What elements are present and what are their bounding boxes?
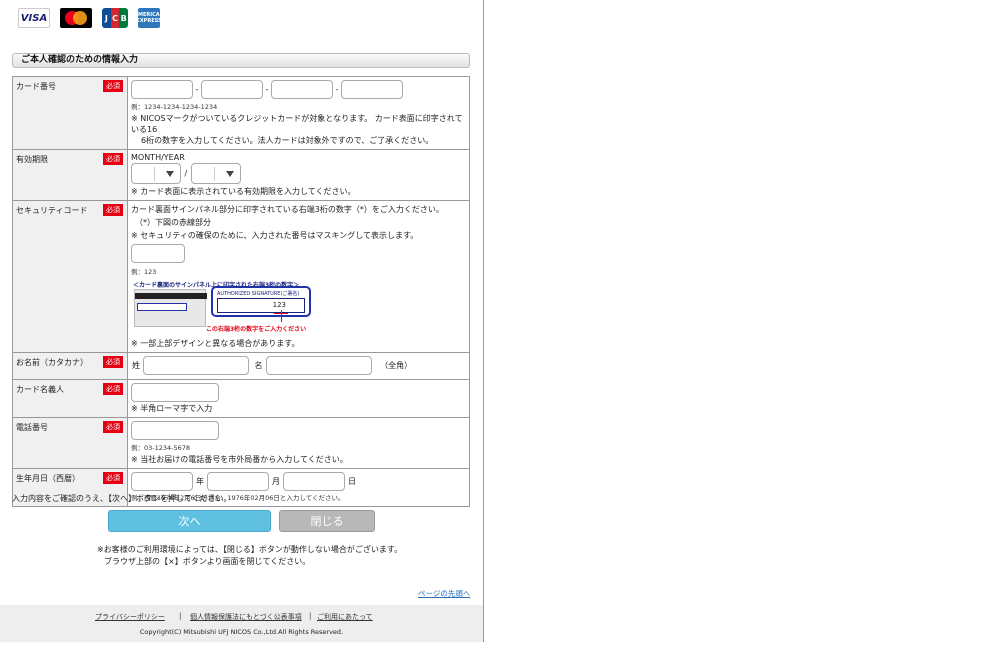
phone-label: 電話番号 必須 xyxy=(12,417,128,469)
card-number-input-1[interactable] xyxy=(131,80,193,99)
required-badge: 必須 xyxy=(103,421,123,433)
security-design-note: ※ 一部上部デザインと異なる場合があります。 xyxy=(131,339,300,348)
card-number-note-2: 6桁の数字を入力してください。法人カードは対象外ですので、ご了承ください。 xyxy=(141,136,434,145)
chevron-down-icon xyxy=(166,170,174,177)
back-to-top-link[interactable]: ページの先頭へ xyxy=(418,588,470,599)
birth-month-input[interactable] xyxy=(207,472,269,491)
card-number-input-2[interactable] xyxy=(201,80,263,99)
chevron-down-icon xyxy=(225,170,234,177)
card-number-input-4[interactable] xyxy=(341,80,403,99)
security-code-input[interactable] xyxy=(131,244,185,263)
security-masking-note: ※ セキュリティの確保のために、入力された番号はマスキングして表示します。 xyxy=(131,231,419,240)
required-badge: 必須 xyxy=(103,356,123,368)
required-badge: 必須 xyxy=(103,204,123,216)
frame-divider xyxy=(483,0,484,46)
expiry-note: ※ カード表面に表示されている有効期限を入力してください。 xyxy=(131,187,356,196)
expiry-month-select[interactable] xyxy=(131,163,181,184)
phone-note: ※ 当社お届けの電話番号を市外局番から入力してください。 xyxy=(131,455,348,464)
cardholder-name-input[interactable] xyxy=(131,383,219,402)
copyright: Copyright(C) Mitsubishi UFJ NICOS Co.,Lt… xyxy=(139,628,344,636)
card-number-label: カード番号 必須 xyxy=(12,76,128,150)
required-badge: 必須 xyxy=(103,80,123,92)
last-name-kana-input[interactable] xyxy=(143,356,249,375)
phone-example: 例：03-1234-5678 xyxy=(131,444,191,452)
personal-info-link[interactable]: 個人情報保護法にもとづく公表事項 xyxy=(190,612,302,622)
submit-instruction: 入力内容をご確認のうえ、【次へ】ボタンを押してください。 xyxy=(12,494,232,503)
required-badge: 必須 xyxy=(103,383,123,395)
first-name-kana-input[interactable] xyxy=(265,356,372,375)
birth-year-input[interactable] xyxy=(131,472,193,491)
footer: プライバシーポリシー | 個人情報保護法にもとづく公表事項 | ご利用にあたって… xyxy=(0,605,483,642)
expiry-format: MONTH/YEAR xyxy=(131,153,185,162)
card-number-example: 例：1234-1234-1234-1234 xyxy=(131,103,218,111)
card-back-image xyxy=(134,289,207,327)
mastercard-logo xyxy=(60,8,92,28)
signature-zoom: AUTHORIZED SIGNATURE(ご署名) 123 xyxy=(211,286,311,317)
privacy-policy-link[interactable]: プライバシーポリシー xyxy=(95,612,165,622)
terms-link[interactable]: ご利用にあたって xyxy=(317,612,373,622)
phone-input[interactable] xyxy=(131,421,219,440)
next-button[interactable]: 次へ xyxy=(108,510,271,532)
security-example: 例：123 xyxy=(131,268,157,276)
required-badge: 必須 xyxy=(103,472,123,484)
required-badge: 必須 xyxy=(103,153,123,165)
identity-form: カード番号 必須 --- 例：1234-1234-1234-1234 ※ NIC… xyxy=(12,76,470,507)
signature-panel-diagram: ＜カード裏面のサインパネル上に印字された右端3桁の数字＞ AUTHORIZED … xyxy=(131,280,316,333)
security-instruction: カード裏面サインパネル部分に印字されている右端3桁の数字（*）をご入力ください。 xyxy=(131,205,444,214)
cardholder-label: カード名義人 必須 xyxy=(12,379,128,418)
birth-day-input[interactable] xyxy=(283,472,345,491)
security-code-label: セキュリティコード 必須 xyxy=(12,200,128,353)
close-button[interactable]: 閉じる xyxy=(279,510,375,532)
card-brand-logos: VISA JCB AMERICAN EXPRESS xyxy=(18,8,164,28)
cardholder-note: ※ 半角ローマ字で入力 xyxy=(131,404,213,413)
security-note-asterisk: （*）下図の赤線部分 xyxy=(135,218,211,227)
amex-logo: AMERICAN EXPRESS xyxy=(134,8,164,28)
section-title: ご本人確認のための情報入力 xyxy=(12,53,470,68)
visa-logo: VISA xyxy=(18,8,50,28)
jcb-logo: JCB xyxy=(102,8,128,28)
card-number-note-1: ※ NICOSマークがついているクレジットカードが対象となります。 カード表面に… xyxy=(131,114,463,134)
expiry-label: 有効期限 必須 xyxy=(12,149,128,201)
expiry-year-select[interactable] xyxy=(190,163,241,184)
name-kana-label: お名前（カタカナ） 必須 xyxy=(12,352,128,380)
close-notice: ※お客様のご利用環境によっては、【閉じる】ボタンが動作しない場合がございます。 … xyxy=(97,545,403,566)
card-number-input-3[interactable] xyxy=(271,80,333,99)
